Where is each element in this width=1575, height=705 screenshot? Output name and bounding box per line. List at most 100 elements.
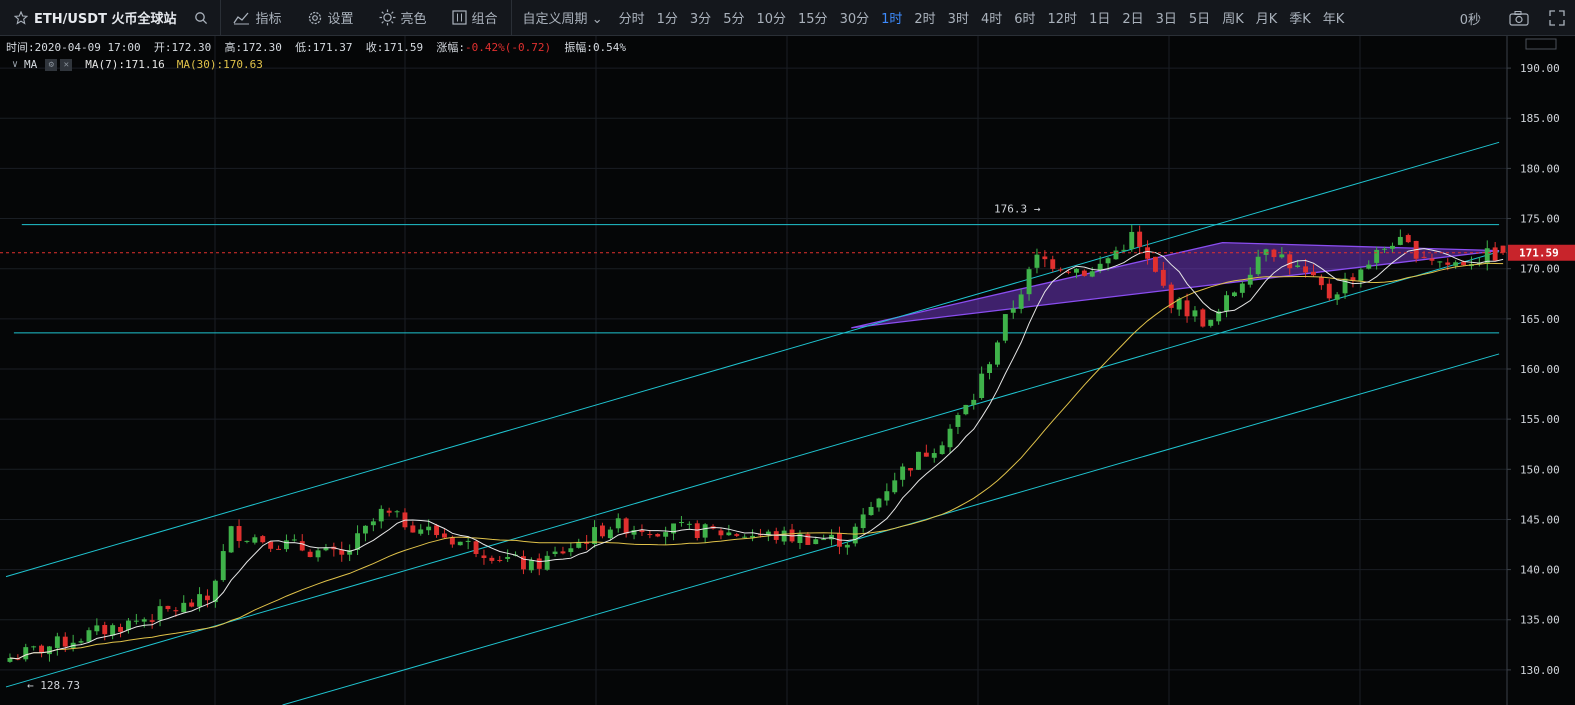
candle-body <box>995 342 1000 365</box>
period-tab[interactable]: 3分 <box>684 8 717 27</box>
candle-body <box>734 534 740 536</box>
period-tab[interactable]: 30分 <box>834 8 876 27</box>
candle-body <box>54 636 60 648</box>
candle-body <box>1366 264 1372 269</box>
open-value: 172.30 <box>171 41 212 54</box>
candle-body <box>694 523 700 538</box>
period-tab[interactable]: 月K <box>1250 8 1284 27</box>
price-tick-label: 180.00 <box>1520 162 1560 175</box>
period-tab[interactable]: 年K <box>1317 8 1351 27</box>
candle-body <box>94 625 100 632</box>
candle-body <box>386 510 392 513</box>
candle-body <box>947 428 953 448</box>
period-tab[interactable]: 5日 <box>1183 8 1216 27</box>
period-tab[interactable]: 4时 <box>975 8 1008 27</box>
period-tab[interactable]: 10分 <box>750 8 792 27</box>
combo-button[interactable]: 组合 <box>440 8 511 27</box>
candle-body <box>1081 270 1087 276</box>
candle-body <box>1271 249 1277 258</box>
search-icon[interactable] <box>194 11 208 25</box>
candle-body <box>852 526 858 544</box>
candle-body <box>1184 300 1190 317</box>
candle-body <box>1461 261 1466 266</box>
period-tab[interactable]: 3日 <box>1150 8 1183 27</box>
candle-body <box>742 536 748 538</box>
period-tab[interactable]: 周K <box>1216 8 1250 27</box>
candle-body <box>1311 271 1316 276</box>
candle-body <box>971 399 977 405</box>
period-tabs: 分时 1分 3分 5分 10分 15分 30分 1时 2时 3时 4时 6时 12时 1日 2日 3日 5日 周K… <box>613 8 1351 27</box>
candle-body <box>1192 310 1198 317</box>
candle-body <box>489 557 495 561</box>
period-tab[interactable]: 5分 <box>717 8 750 27</box>
candle-body <box>205 595 210 601</box>
candle-body <box>291 539 297 541</box>
period-tab[interactable]: 12时 <box>1042 8 1084 27</box>
candle-body <box>647 534 653 536</box>
candle-body <box>236 526 242 542</box>
period-tab[interactable]: 15分 <box>792 8 834 27</box>
settings-icon[interactable]: ⚙ <box>45 58 58 71</box>
candle-body <box>876 498 882 508</box>
low-value: 171.37 <box>312 41 353 54</box>
candle-body <box>1453 262 1459 266</box>
period-tab[interactable]: 3时 <box>942 8 975 27</box>
period-tab[interactable]: 1分 <box>651 8 684 27</box>
candle-body <box>544 555 550 570</box>
candle-body <box>473 541 479 554</box>
candle-body <box>1097 263 1103 270</box>
candle-body <box>157 606 163 621</box>
kline-chart[interactable]: 130.00 135.00 140.00 145.00 150.00 155.00 160.… <box>0 36 1575 705</box>
candle-body <box>1374 249 1380 263</box>
indicators-button[interactable]: 指标 <box>221 8 294 27</box>
candle-body <box>426 526 432 531</box>
candle-body <box>813 539 819 545</box>
period-tab[interactable]: 1时 <box>875 8 908 27</box>
period-tab[interactable]: 分时 <box>613 8 651 27</box>
symbol-selector[interactable]: ETH/USDT 火币全球站 <box>0 8 186 27</box>
settings-button[interactable]: 设置 <box>295 8 367 27</box>
camera-icon[interactable] <box>1499 10 1539 26</box>
ma7-value: MA(7):171.16 <box>85 58 165 71</box>
theme-button[interactable]: 亮色 <box>367 8 440 27</box>
star-icon[interactable] <box>14 10 28 25</box>
candle-body <box>86 630 92 642</box>
candle-body <box>244 540 250 542</box>
candle-body <box>900 466 906 480</box>
candle-body <box>615 518 621 529</box>
candle-body <box>884 491 890 501</box>
candle-body <box>133 620 139 622</box>
period-tab[interactable]: 1日 <box>1083 8 1116 27</box>
toolbar: ETH/USDT 火币全球站 指标 设置 亮色 组合 自定义周期 ⌄ 分时 1分 3… <box>0 0 1575 36</box>
close-value: 171.59 <box>383 41 424 54</box>
period-tab[interactable]: 2日 <box>1116 8 1149 27</box>
candle-body <box>1263 249 1269 255</box>
candle-body <box>1405 235 1411 243</box>
price-tick-label: 175.00 <box>1520 213 1560 226</box>
candle-body <box>1200 309 1206 327</box>
collapse-chevron-icon[interactable]: ∨ <box>12 59 18 70</box>
close-icon[interactable]: ✕ <box>60 58 73 71</box>
candle-body <box>299 541 305 551</box>
fullscreen-icon[interactable] <box>1539 10 1575 26</box>
candle-body <box>62 636 68 647</box>
candle-body <box>1160 269 1166 286</box>
candle-body <box>781 530 787 542</box>
candle-body <box>1121 249 1127 251</box>
period-tab[interactable]: 6时 <box>1008 8 1041 27</box>
candle-body <box>102 625 108 635</box>
custom-period-dropdown[interactable]: 自定义周期 ⌄ <box>512 8 613 27</box>
time-label: 时间: <box>6 41 35 54</box>
close-label: 收: <box>365 41 384 54</box>
period-tab[interactable]: 2时 <box>908 8 941 27</box>
ohlc-info: 时间:2020-04-09 17:00 开:172.30 高:172.30 低:… <box>6 39 626 55</box>
candle-body <box>718 530 724 536</box>
candle-body <box>987 364 992 373</box>
candle-body <box>481 555 487 558</box>
candle-body <box>686 523 692 525</box>
period-tab[interactable]: 季K <box>1283 8 1317 27</box>
indicator-icon <box>233 12 250 24</box>
candle-body <box>47 646 52 655</box>
candle-body <box>307 551 313 558</box>
candle-body <box>923 452 929 457</box>
